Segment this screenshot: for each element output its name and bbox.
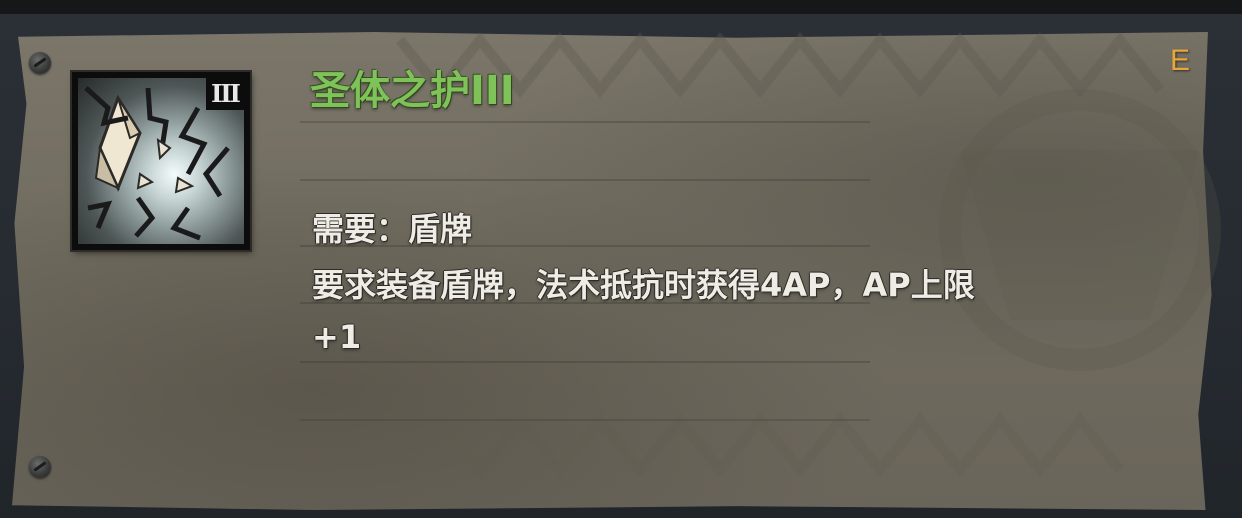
grade-letter: E	[1170, 44, 1191, 77]
description-line-1: 要求装备盾牌，法术抵抗时获得4AP，AP上限	[312, 266, 975, 304]
rivet-top-left	[29, 52, 51, 74]
requirement-text: 需要：盾牌	[312, 210, 473, 248]
skill-title: 圣体之护III	[310, 68, 515, 114]
tooltip-frame: III 圣体之护III E 需要：盾牌 要求装备盾牌，法术抵抗时获得4AP，AP…	[0, 0, 1242, 518]
rank-badge: III	[206, 78, 244, 110]
skill-icon-frame[interactable]: III	[72, 72, 250, 250]
description-line-2: +1	[312, 318, 362, 356]
rivet-bottom-left	[29, 456, 51, 478]
